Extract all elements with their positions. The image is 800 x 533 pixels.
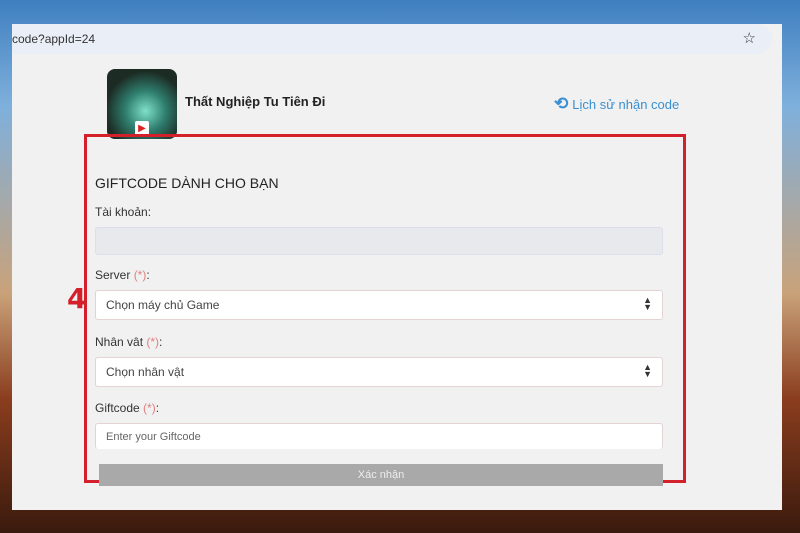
- server-select-value: Chọn máy chủ Game: [106, 298, 220, 312]
- giftcode-input[interactable]: Enter your Giftcode: [95, 423, 663, 449]
- address-bar[interactable]: code?appId=24 ☆: [12, 24, 772, 54]
- history-link-label: Lịch sử nhận code: [572, 96, 680, 112]
- game-logo: ▶: [107, 69, 177, 139]
- select-arrows-icon: ▲ ▼: [643, 362, 652, 379]
- giftcode-placeholder: Enter your Giftcode: [106, 431, 201, 443]
- game-name: Thất Nghiệp Tu Tiên Đi: [185, 94, 326, 109]
- required-mark: (*): [133, 268, 147, 282]
- character-label: Nhân vât (*):: [95, 335, 163, 349]
- account-input[interactable]: [95, 227, 663, 255]
- character-select-value: Chọn nhân vật: [106, 365, 185, 379]
- submit-button[interactable]: Xác nhận: [99, 464, 663, 486]
- server-label: Server (*):: [95, 268, 150, 282]
- character-select[interactable]: Chọn nhân vật ▲ ▼: [95, 357, 663, 387]
- server-select[interactable]: Chọn máy chủ Game ▲ ▼: [95, 290, 663, 320]
- required-mark: (*): [143, 401, 156, 415]
- star-icon[interactable]: ☆: [743, 29, 756, 47]
- account-label: Tài khoản:: [95, 205, 152, 219]
- history-icon: ⟲: [554, 94, 569, 113]
- select-arrows-icon: ▲ ▼: [643, 295, 652, 312]
- history-link[interactable]: ⟲ Lịch sử nhận code: [554, 94, 679, 114]
- required-mark: (*): [146, 335, 160, 349]
- annotation-step-number: 4: [67, 282, 87, 315]
- url-text[interactable]: code?appId=24: [12, 32, 95, 46]
- giftcode-label: Giftcode (*):: [95, 401, 160, 415]
- form-title: GIFTCODE DÀNH CHO BẠN: [95, 175, 279, 191]
